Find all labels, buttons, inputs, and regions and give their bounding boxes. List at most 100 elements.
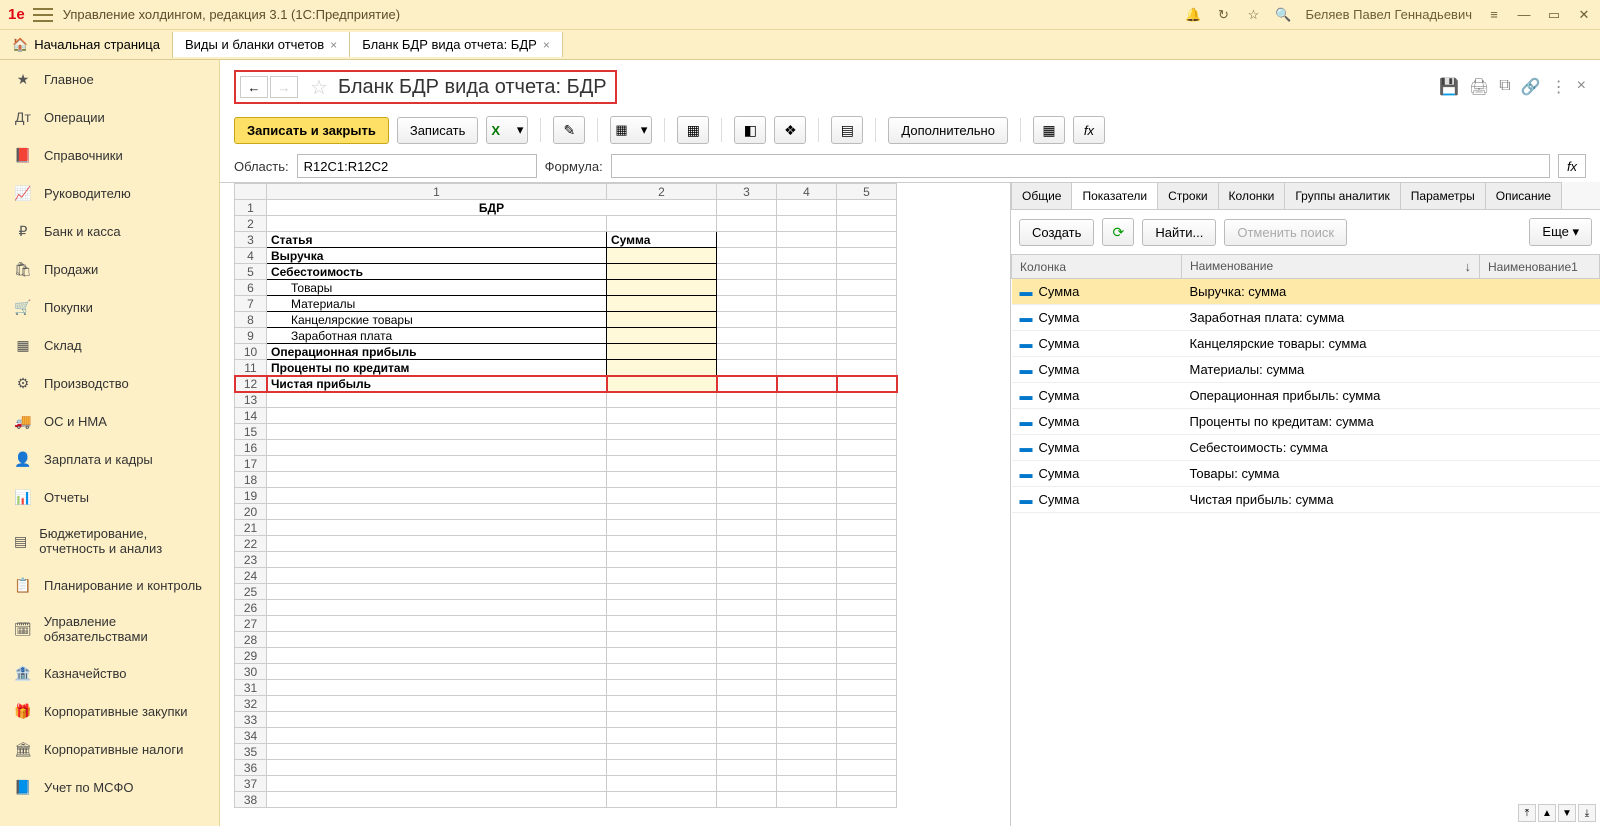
right-tab[interactable]: Показатели [1071, 182, 1158, 209]
fx-button[interactable]: fx [1073, 116, 1105, 144]
tab-home-label: Начальная страница [34, 37, 160, 52]
tool3-button[interactable]: ❖ [774, 116, 806, 144]
sidebar-item[interactable]: ДтОперации [0, 98, 219, 136]
more-button[interactable]: Дополнительно [888, 117, 1008, 144]
more-icon[interactable]: ⋮ [1551, 77, 1567, 97]
minimize-icon[interactable]: — [1516, 7, 1532, 23]
scroll-bottom-icon[interactable]: ⤓ [1578, 804, 1596, 822]
sidebar-item[interactable]: ₽Банк и касса [0, 212, 219, 250]
sidebar-item[interactable]: ★Главное [0, 60, 219, 98]
table-button[interactable]: ▦ [677, 116, 709, 144]
header-highlight: ← → ☆ Бланк БДР вида отчета: БДР [234, 70, 617, 104]
nav-icon: ★ [14, 70, 32, 88]
sidebar-item[interactable]: 🏛Корпоративные налоги [0, 730, 219, 768]
nav-icon: 👤 [14, 450, 32, 468]
right-more-button[interactable]: Еще ▾ [1529, 218, 1592, 246]
save-button[interactable]: Записать [397, 117, 479, 144]
sidebar-item[interactable]: 🚚ОС и НМА [0, 402, 219, 440]
right-tab[interactable]: Параметры [1400, 182, 1486, 209]
indicators-table[interactable]: КолонкаНаименование ↓Наименование1▬Сумма… [1011, 254, 1600, 800]
spreadsheet[interactable]: 123451БДР23СтатьяСумма4Выручка5Себестоим… [220, 182, 1010, 826]
sidebar-item[interactable]: 📋Планирование и контроль [0, 566, 219, 604]
sidebar-item[interactable]: 📘Учет по МСФО [0, 768, 219, 806]
tool4-button[interactable]: ▤ [831, 116, 863, 144]
fx-insert-button[interactable]: fx [1558, 154, 1586, 178]
search-icon[interactable]: 🔍 [1275, 7, 1291, 23]
sidebar-item[interactable]: 📊Отчеты [0, 478, 219, 516]
sidebar-item[interactable]: 📕Справочники [0, 136, 219, 174]
tab-1-close[interactable]: × [330, 38, 337, 52]
settings-icon[interactable]: ≡ [1486, 7, 1502, 23]
table-row[interactable]: ▬СуммаОперационная прибыль: сумма [1012, 383, 1600, 409]
right-tab[interactable]: Строки [1157, 182, 1218, 209]
table-row[interactable]: ▬СуммаЧистая прибыль: сумма [1012, 487, 1600, 513]
close-icon[interactable]: ✕ [1576, 7, 1592, 23]
nav-icon: 📊 [14, 488, 32, 506]
create-button[interactable]: Создать [1019, 219, 1094, 246]
copy-icon[interactable]: ⧉ [1499, 77, 1510, 97]
nav-label: Бюджетирование, отчетность и анализ [39, 526, 205, 556]
table-row[interactable]: ▬СуммаЗаработная плата: сумма [1012, 305, 1600, 331]
tab-1[interactable]: Виды и бланки отчетов× [173, 32, 350, 57]
table-row[interactable]: ▬СуммаПроценты по кредитам: сумма [1012, 409, 1600, 435]
nav-label: Производство [44, 376, 129, 391]
sidebar-item[interactable]: 📈Руководителю [0, 174, 219, 212]
right-tab[interactable]: Колонки [1218, 182, 1286, 209]
back-button[interactable]: ← [240, 76, 268, 98]
tab-2[interactable]: Бланк БДР вида отчета: БДР× [350, 32, 563, 57]
sidebar-item[interactable]: 👤 Зарплата и кадры [0, 440, 219, 478]
sidebar-item[interactable]: 🛒Покупки [0, 288, 219, 326]
nav-icon: 🛍 [14, 260, 32, 278]
nav-label: Планирование и контроль [44, 578, 202, 593]
table-row[interactable]: ▬СуммаТовары: сумма [1012, 461, 1600, 487]
save-close-button[interactable]: Записать и закрыть [234, 117, 389, 144]
tab-home[interactable]: 🏠 Начальная страница [0, 32, 173, 58]
find-button[interactable]: Найти... [1142, 219, 1216, 246]
sidebar-item[interactable]: ▤Бюджетирование, отчетность и анализ [0, 516, 219, 566]
scroll-up-icon[interactable]: ▲ [1538, 804, 1556, 822]
close-page-icon[interactable]: × [1577, 77, 1586, 97]
bell-icon[interactable]: 🔔 [1185, 7, 1201, 23]
star-icon[interactable]: ☆ [1245, 7, 1261, 23]
sidebar-item[interactable]: 🗓Управление обязательствами [0, 604, 219, 654]
burger-menu[interactable] [33, 8, 53, 22]
nav-label: Продажи [44, 262, 98, 277]
right-panel: ОбщиеПоказателиСтрокиКолонкиГруппы анали… [1010, 182, 1600, 826]
right-tab[interactable]: Группы аналитик [1284, 182, 1400, 209]
nav-icon: 🚚 [14, 412, 32, 430]
excel-button[interactable]: X▾ [486, 116, 528, 144]
save-layout-icon[interactable]: 💾 [1439, 77, 1459, 97]
tab-2-close[interactable]: × [543, 38, 550, 52]
area-input[interactable] [297, 154, 537, 178]
tool2-button[interactable]: ◧ [734, 116, 766, 144]
forward-button[interactable]: → [270, 76, 298, 98]
maximize-icon[interactable]: ▭ [1546, 7, 1562, 23]
tool1-button[interactable]: ▦▾ [610, 116, 652, 144]
nav-label: Зарплата и кадры [44, 452, 153, 467]
nav-label: Склад [44, 338, 82, 353]
table-row[interactable]: ▬СуммаВыручка: сумма [1012, 279, 1600, 305]
nav-icon: 📈 [14, 184, 32, 202]
scroll-down-icon[interactable]: ▼ [1558, 804, 1576, 822]
right-tab[interactable]: Общие [1011, 182, 1072, 209]
wand-button[interactable]: ✎ [553, 116, 585, 144]
table-row[interactable]: ▬СуммаКанцелярские товары: сумма [1012, 331, 1600, 357]
user-name[interactable]: Беляев Павел Геннадьевич [1305, 7, 1472, 22]
sidebar-item[interactable]: ⚙Производство [0, 364, 219, 402]
formula-input[interactable] [611, 154, 1550, 178]
table-row[interactable]: ▬СуммаМатериалы: сумма [1012, 357, 1600, 383]
table-row[interactable]: ▬СуммаСебестоимость: сумма [1012, 435, 1600, 461]
history-icon[interactable]: ↻ [1215, 7, 1231, 23]
refresh-button[interactable]: ⟳ [1102, 218, 1134, 246]
sidebar-item[interactable]: 🏦Казначейство [0, 654, 219, 692]
scroll-top-icon[interactable]: ⤒ [1518, 804, 1536, 822]
favorite-star-icon[interactable]: ☆ [310, 75, 328, 100]
sidebar-item[interactable]: ▦Склад [0, 326, 219, 364]
sidebar-item[interactable]: 🎁Корпоративные закупки [0, 692, 219, 730]
link-icon[interactable]: 🔗 [1521, 77, 1541, 97]
right-tab[interactable]: Описание [1485, 182, 1562, 209]
print-icon[interactable]: 🖨 [1469, 77, 1489, 97]
cancel-find-button: Отменить поиск [1224, 219, 1347, 246]
tool5-button[interactable]: ▦ [1033, 116, 1065, 144]
sidebar-item[interactable]: 🛍 Продажи [0, 250, 219, 288]
